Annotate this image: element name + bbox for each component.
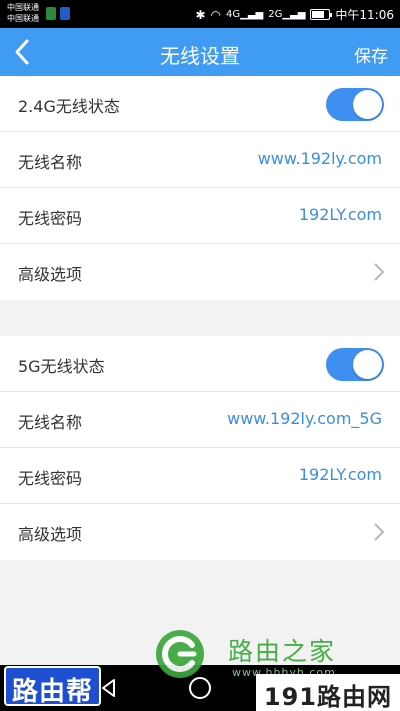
notification-icons (46, 7, 70, 20)
wifi-5g-status-label: 5G无线状态 (18, 357, 105, 376)
network-type-2: 2G (268, 9, 283, 20)
notification-app-icon (46, 7, 56, 20)
wifi-24g-advanced-label: 高级选项 (18, 265, 83, 284)
wifi-5g-advanced-label: 高级选项 (18, 525, 83, 544)
carrier-2: 中国联通 (7, 14, 39, 23)
wifi-5g-advanced-row[interactable]: 高级选项 (0, 504, 400, 560)
wifi-24g-password-label: 无线密码 (18, 209, 83, 228)
wifi-5g-password-value[interactable]: 192LY.com (299, 465, 382, 484)
bluetooth-icon: ✱ (195, 7, 206, 22)
notification-gallery-icon (60, 7, 70, 20)
wifi-5g-password-label: 无线密码 (18, 469, 83, 488)
wifi-24g-name-label: 无线名称 (18, 153, 83, 172)
wifi-5g-group: 5G无线状态 无线名称 www.192ly.com_5G 无线密码 192LY.… (0, 336, 400, 560)
wifi-24g-status-label: 2.4G无线状态 (18, 97, 120, 116)
watermark-center-brand: 路由之家 (228, 637, 337, 666)
signal-2-icon: 2G▁▃▅ (268, 9, 306, 20)
wifi-5g-password-row[interactable]: 无线密码 192LY.com (0, 448, 400, 504)
nav-back-icon[interactable] (98, 677, 120, 699)
back-arrow-icon (15, 39, 29, 65)
nav-home-icon[interactable] (189, 677, 211, 699)
page-title: 无线设置 (160, 44, 240, 68)
back-button[interactable] (8, 35, 38, 69)
clock: 中午11:06 (335, 8, 394, 22)
carrier-info: 中国联通 中国联通 (7, 2, 39, 24)
wifi-24g-status-row: 2.4G无线状态 (0, 76, 400, 132)
toggle-knob (353, 350, 382, 379)
wifi-24g-name-row[interactable]: 无线名称 www.192ly.com (0, 132, 400, 188)
wifi-24g-advanced-row[interactable]: 高级选项 (0, 244, 400, 300)
wifi-5g-name-label: 无线名称 (18, 413, 83, 432)
watermark-right: 191路由网 (255, 674, 400, 711)
wifi-24g-name-value[interactable]: www.192ly.com (258, 149, 382, 168)
wifi-24g-password-row[interactable]: 无线密码 192LY.com (0, 188, 400, 244)
title-bar: 无线设置 保存 (0, 28, 400, 76)
router-home-logo-icon (156, 630, 204, 678)
wifi-5g-toggle[interactable] (326, 348, 384, 381)
chevron-right-icon (374, 263, 385, 281)
toggle-knob (353, 90, 382, 119)
battery-icon (310, 9, 333, 20)
wifi-5g-status-row: 5G无线状态 (0, 336, 400, 392)
wifi-icon: ◠ (210, 7, 221, 22)
wifi-24g-password-value[interactable]: 192LY.com (299, 205, 382, 224)
wifi-5g-name-row[interactable]: 无线名称 www.192ly.com_5G (0, 392, 400, 448)
signal-1-icon: 4G▁▃▅ (226, 9, 264, 20)
carrier-1: 中国联通 (7, 3, 39, 12)
chevron-right-icon (374, 523, 385, 541)
watermark-center: 路由之家 www.hhhyh.com (154, 628, 374, 679)
wifi-24g-toggle[interactable] (326, 88, 384, 121)
save-button[interactable]: 保存 (354, 42, 388, 67)
network-type-1: 4G (226, 9, 241, 20)
wifi-5g-name-value[interactable]: www.192ly.com_5G (227, 409, 382, 428)
status-right: ✱ ◠ 4G▁▃▅ 2G▁▃▅ 中午11:06 (195, 6, 394, 23)
wifi-24g-group: 2.4G无线状态 无线名称 www.192ly.com 无线密码 192LY.c… (0, 76, 400, 300)
status-bar: 中国联通 中国联通 ✱ ◠ 4G▁▃▅ 2G▁▃▅ 中午11:06 (0, 0, 400, 28)
watermark-left: 路由帮 (4, 666, 102, 707)
